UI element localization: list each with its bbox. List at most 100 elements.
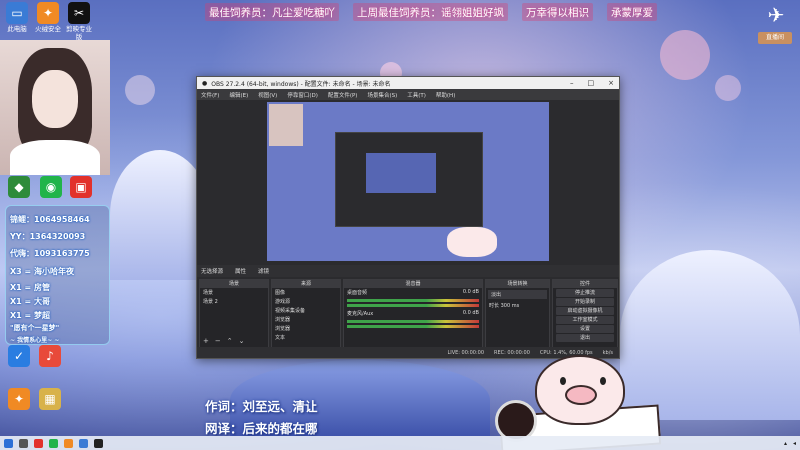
pig-eye xyxy=(600,377,606,385)
source-item[interactable]: 图像 xyxy=(272,288,340,297)
computer-icon: ▭ xyxy=(6,2,28,24)
menu-scene-collection[interactable]: 场景集合(S) xyxy=(367,91,397,99)
scene-item[interactable]: 场景 xyxy=(200,288,268,297)
volume-icon[interactable]: ◂ xyxy=(793,440,796,447)
scenes-header: 场景 xyxy=(200,280,268,288)
transitions-dock: 场景转换 淡出 时长 300 ms xyxy=(485,279,550,348)
menu-tools[interactable]: 工具(T) xyxy=(407,91,426,99)
app-icon: ◆ xyxy=(8,176,30,198)
webcam-dress xyxy=(10,140,100,175)
network-icon[interactable]: ▴ xyxy=(784,440,787,447)
desktop-icon-label: 火绒安全 xyxy=(35,25,61,33)
audio-meter xyxy=(347,304,479,307)
audio-meter xyxy=(347,320,479,323)
preview-nested-obs xyxy=(335,132,483,227)
desktop-icon-capcut[interactable]: ✂ 剪映专业版 xyxy=(64,2,94,41)
desktop-icon-pixel[interactable]: ▦ xyxy=(35,388,65,411)
app-icon: ▣ xyxy=(70,176,92,198)
source-item[interactable]: 游戏源 xyxy=(272,297,340,306)
add-icon[interactable]: + xyxy=(203,337,209,345)
obs-preview[interactable] xyxy=(267,102,549,261)
controls-header: 控件 xyxy=(553,280,617,288)
exit-button[interactable]: 退出 xyxy=(556,334,614,342)
pixel-icon: ▦ xyxy=(39,388,61,410)
banner-message: 万幸得以相识 xyxy=(522,3,593,21)
studio-mode-button[interactable]: 工作室模式 xyxy=(556,316,614,324)
taskbar-app-icon[interactable] xyxy=(64,438,73,448)
scene-item[interactable]: 场景 2 xyxy=(200,297,268,306)
bokeh-light xyxy=(715,75,741,101)
taskbar: ▴ ◂ xyxy=(0,436,800,450)
banner-message: 承蒙厚爱 xyxy=(607,3,657,21)
desktop-icon-app[interactable]: ◆ xyxy=(4,176,34,199)
taskbar-app-icon[interactable] xyxy=(49,438,58,448)
menu-profile[interactable]: 配置文件(P) xyxy=(328,91,358,99)
desktop-icon-computer[interactable]: ▭ 此电脑 xyxy=(2,2,32,33)
obs-titlebar: ● OBS 27.2.4 (64-bit, windows) - 配置文件: 未… xyxy=(197,77,619,89)
snow-hill xyxy=(110,150,210,280)
audio-meter xyxy=(347,325,479,328)
controls-dock: 控件 停止推流 开始录制 启动虚拟摄像机 工作室模式 设置 退出 xyxy=(552,279,618,348)
flame-icon: ✦ xyxy=(37,2,59,24)
desktop-icon-label: 此电脑 xyxy=(7,25,27,33)
desktop-icon-wechat[interactable]: ◉ xyxy=(36,176,66,199)
menu-help[interactable]: 帮助(H) xyxy=(436,91,455,99)
up-icon[interactable]: ⌃ xyxy=(227,337,233,345)
menu-file[interactable]: 文件(F) xyxy=(201,91,219,99)
taskbar-app-icon[interactable] xyxy=(34,438,43,448)
mixer-channel-label: 麦克风/Aux 0.0 dB xyxy=(347,310,479,317)
desktop-icon-huorong[interactable]: ✦ xyxy=(4,388,34,411)
taskbar-app-icon[interactable] xyxy=(79,438,88,448)
source-item[interactable]: 浏览器 xyxy=(272,324,340,333)
obs-menubar: 文件(F) 编辑(E) 视图(V) 停靠窗口(D) 配置文件(P) 场景集合(S… xyxy=(197,89,619,100)
audio-meter xyxy=(347,299,479,302)
down-icon[interactable]: ⌄ xyxy=(239,337,245,345)
properties-button[interactable]: 属性 xyxy=(235,267,246,275)
filters-button[interactable]: 滤镜 xyxy=(258,267,269,275)
preview-nested-preview xyxy=(366,153,436,193)
system-tray: ▴ ◂ xyxy=(784,440,800,447)
room-badge: 直播间 xyxy=(758,32,792,44)
menu-edit[interactable]: 编辑(E) xyxy=(229,91,248,99)
desktop-icon-app[interactable]: ▣ xyxy=(66,176,96,199)
start-recording-button[interactable]: 开始录制 xyxy=(556,298,614,306)
taskbar-app-icon[interactable] xyxy=(94,438,103,448)
desktop-icon-huorong[interactable]: ✦ 火绒安全 xyxy=(33,2,63,33)
duration-field[interactable]: 时长 300 ms xyxy=(486,301,549,310)
live-status: LIVE: 00:00:00 xyxy=(447,349,485,356)
scenes-dock: 场景 场景 场景 2 + − ⌃ ⌄ xyxy=(199,279,269,348)
stop-streaming-button[interactable]: 停止推流 xyxy=(556,289,614,297)
chat-line: 锦鲤：1064958464 xyxy=(10,215,90,224)
obs-title: OBS 27.2.4 (64-bit, windows) - 配置文件: 未命名… xyxy=(211,80,391,88)
streamer-logo-icon: ✈ xyxy=(767,3,785,27)
settings-button[interactable]: 设置 xyxy=(556,325,614,333)
preview-webcam xyxy=(269,104,303,146)
source-item[interactable]: 文本 xyxy=(272,333,340,342)
webcam-overlay xyxy=(0,40,110,175)
desktop-icon-shield[interactable]: ✓ xyxy=(4,345,34,368)
lyric-line: 作词：刘至远、清让 xyxy=(205,399,318,414)
top-scrolling-banner: 最佳饲养员：凡尘爱吃糖吖 上周最佳饲养员：谣翎姐姐好飒 万幸得以相识 承蒙厚爱 xyxy=(205,3,657,21)
transition-select[interactable]: 淡出 xyxy=(488,290,547,299)
sources-dock: 来源 图像 游戏源 视频采集设备 浏览器 浏览器 文本 xyxy=(271,279,341,348)
source-item[interactable]: 视频采集设备 xyxy=(272,306,340,315)
pig-eye xyxy=(560,377,566,385)
webcam-face xyxy=(32,70,78,128)
remove-icon[interactable]: − xyxy=(215,337,221,345)
source-item[interactable]: 浏览器 xyxy=(272,315,340,324)
sources-header: 来源 xyxy=(272,280,340,288)
start-icon[interactable] xyxy=(4,438,13,448)
chat-line: X1 = 房管 xyxy=(10,283,51,292)
menu-view[interactable]: 视图(V) xyxy=(258,91,277,99)
obs-window: ● OBS 27.2.4 (64-bit, windows) - 配置文件: 未… xyxy=(196,76,620,359)
music-icon: ♪ xyxy=(39,345,61,367)
minimize-icon[interactable]: – xyxy=(570,79,574,87)
taskbar-app-icon[interactable] xyxy=(19,438,28,448)
menu-docks[interactable]: 停靠窗口(D) xyxy=(287,91,318,99)
chat-line: ~ 我情系心里~ ~ xyxy=(10,337,60,344)
virtual-camera-button[interactable]: 启动虚拟摄像机 xyxy=(556,307,614,315)
chat-line: X1 = 梦超 xyxy=(10,311,51,320)
desktop-icon-music[interactable]: ♪ xyxy=(35,345,65,368)
maximize-icon[interactable]: □ xyxy=(588,79,595,87)
close-icon[interactable]: × xyxy=(608,79,614,87)
